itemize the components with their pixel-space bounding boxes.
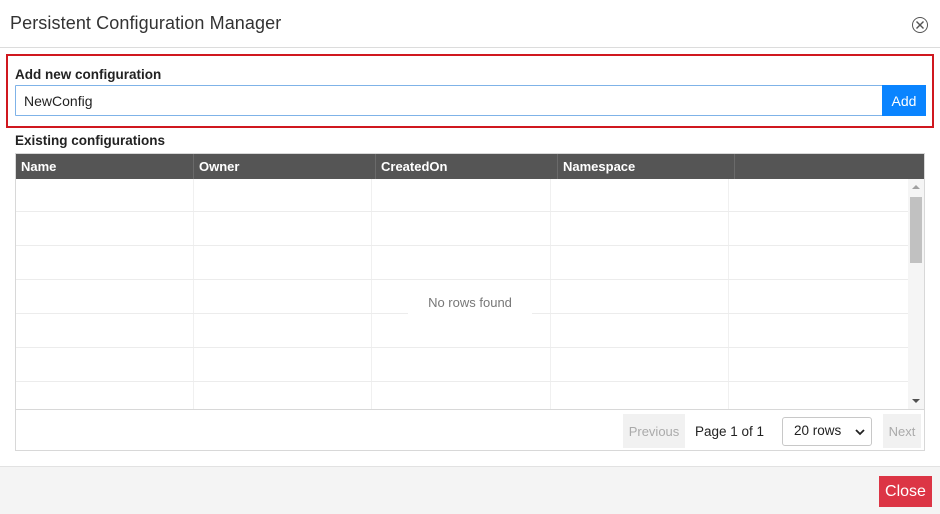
dialog-footer: Close xyxy=(0,466,940,514)
scroll-up-arrow-icon[interactable] xyxy=(912,185,920,189)
scroll-down-arrow-icon[interactable] xyxy=(912,399,920,403)
add-config-label: Add new configuration xyxy=(15,67,162,82)
table-row xyxy=(16,382,908,409)
dialog-title: Persistent Configuration Manager xyxy=(10,13,282,33)
next-page-button[interactable]: Next xyxy=(883,414,921,448)
column-header-owner[interactable]: Owner xyxy=(194,154,376,179)
grid-header: Name Owner CreatedOn Namespace xyxy=(16,154,924,179)
table-row xyxy=(16,179,908,212)
column-header-extra xyxy=(735,154,924,179)
close-circle-icon[interactable] xyxy=(912,17,928,33)
rows-per-page-value: 20 rows xyxy=(794,423,842,438)
grid-body: No rows found xyxy=(16,179,908,409)
config-name-input[interactable] xyxy=(15,85,883,116)
page-info: Page 1 of 1 xyxy=(695,424,765,439)
config-manager-dialog: Persistent Configuration Manager Add new… xyxy=(0,0,940,514)
add-button[interactable]: Add xyxy=(882,85,926,116)
table-row xyxy=(16,314,908,348)
column-header-namespace[interactable]: Namespace xyxy=(558,154,735,179)
column-header-createdon[interactable]: CreatedOn xyxy=(376,154,558,179)
scrollbar-thumb[interactable] xyxy=(910,197,922,263)
column-header-name[interactable]: Name xyxy=(16,154,194,179)
no-rows-message: No rows found xyxy=(408,291,532,315)
table-row xyxy=(16,246,908,280)
add-config-section: Add new configuration Add xyxy=(6,54,934,128)
table-row xyxy=(16,348,908,382)
chevron-down-icon xyxy=(855,429,865,436)
rows-per-page-select[interactable]: 20 rows xyxy=(782,417,872,446)
close-button[interactable]: Close xyxy=(879,476,932,507)
dialog-header: Persistent Configuration Manager xyxy=(0,2,940,48)
previous-page-button[interactable]: Previous xyxy=(623,414,685,448)
close-x-glyph xyxy=(916,21,924,29)
vertical-scrollbar[interactable] xyxy=(908,179,924,409)
config-grid: Name Owner CreatedOn Namespace No rows f… xyxy=(15,153,925,451)
grid-pager: Previous Page 1 of 1 20 rows Next xyxy=(16,409,924,450)
table-row xyxy=(16,212,908,246)
existing-config-label: Existing configurations xyxy=(15,133,166,148)
